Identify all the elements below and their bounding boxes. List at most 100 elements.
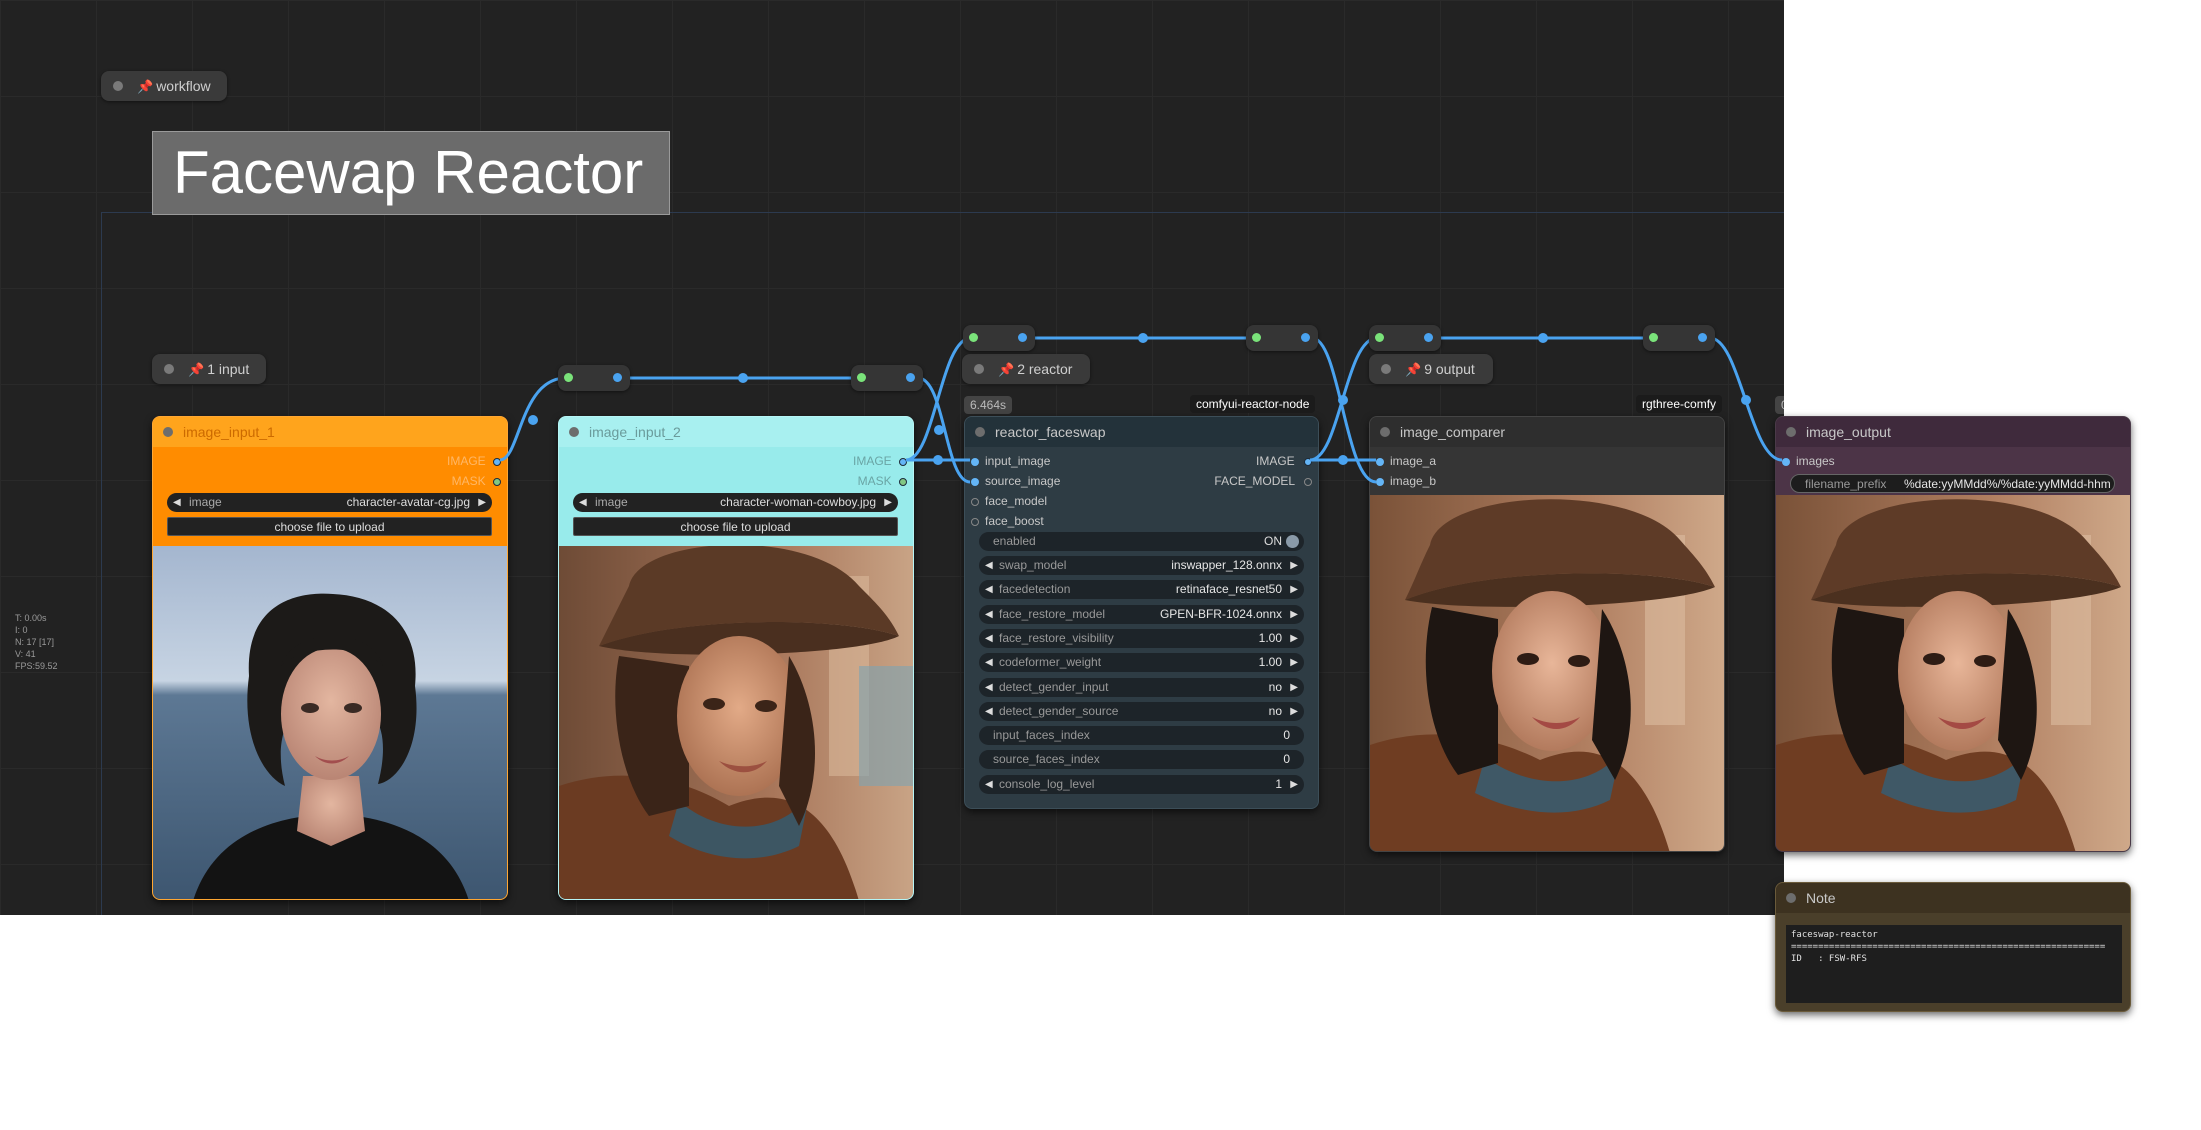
upload-button[interactable]: choose file to upload bbox=[167, 517, 492, 536]
arrow-right-icon[interactable]: ▶ bbox=[1290, 629, 1298, 648]
slot-dot-icon[interactable] bbox=[899, 457, 907, 466]
collapse-dot-icon[interactable] bbox=[1786, 427, 1796, 437]
arrow-left-icon[interactable]: ◀ bbox=[985, 653, 993, 672]
image-combo-widget[interactable]: ◀ image character-avatar-cg.jpg ▶ bbox=[167, 493, 492, 512]
arrow-right-icon[interactable]: ▶ bbox=[1290, 556, 1298, 575]
input-slot-input-image[interactable]: input_image bbox=[971, 454, 1050, 468]
reroute-input-dot[interactable] bbox=[1649, 333, 1658, 342]
widget-input-faces-index[interactable]: input_faces_index 0 bbox=[979, 726, 1304, 746]
node-header[interactable]: image_input_2 bbox=[559, 417, 913, 447]
group-output[interactable]: 📌 9 output bbox=[1369, 354, 1493, 384]
reroute-node[interactable] bbox=[1246, 325, 1318, 351]
slot-dot-icon[interactable] bbox=[493, 477, 501, 486]
reroute-input-dot[interactable] bbox=[1252, 333, 1261, 342]
reroute-input-dot[interactable] bbox=[1375, 333, 1384, 342]
slot-dot-icon[interactable] bbox=[1304, 457, 1312, 466]
widget-detect-gender-source[interactable]: ◀ ▶ detect_gender_source no bbox=[979, 701, 1304, 721]
reroute-node[interactable] bbox=[1643, 325, 1715, 351]
enabled-toggle[interactable]: enabled ON bbox=[979, 532, 1304, 551]
arrow-left-icon[interactable]: ◀ bbox=[985, 580, 993, 599]
reroute-node[interactable] bbox=[851, 365, 923, 391]
arrow-right-icon[interactable]: ▶ bbox=[1290, 580, 1298, 599]
slot-dot-icon[interactable] bbox=[1376, 477, 1384, 486]
reroute-input-dot[interactable] bbox=[857, 373, 866, 382]
node-image-comparer[interactable]: image_comparer image_a image_b bbox=[1369, 416, 1725, 852]
output-slot-face-model[interactable]: FACE_MODEL bbox=[1214, 474, 1312, 488]
collapse-dot-icon[interactable] bbox=[1380, 427, 1390, 437]
arrow-right-icon[interactable]: ▶ bbox=[1290, 702, 1298, 721]
reroute-output-dot[interactable] bbox=[1424, 333, 1433, 342]
node-graph-canvas[interactable]: T: 0.00s I: 0 N: 17 [17] V: 41 FPS:59.52… bbox=[0, 0, 1784, 915]
arrow-left-icon[interactable]: ◀ bbox=[173, 493, 181, 512]
comparer-preview[interactable] bbox=[1370, 495, 1724, 851]
reroute-node[interactable] bbox=[1369, 325, 1441, 351]
input-slot-image-b[interactable]: image_b bbox=[1376, 474, 1436, 488]
slot-dot-icon[interactable] bbox=[971, 497, 979, 506]
arrow-right-icon[interactable]: ▶ bbox=[1290, 605, 1298, 624]
upload-button[interactable]: choose file to upload bbox=[573, 517, 898, 536]
widget-codeformer-weight[interactable]: ◀ ▶ codeformer_weight 1.00 bbox=[979, 653, 1304, 673]
input-slot-images[interactable]: images bbox=[1782, 454, 1835, 468]
reroute-output-dot[interactable] bbox=[613, 373, 622, 382]
arrow-right-icon[interactable]: ▶ bbox=[884, 493, 892, 512]
reroute-node[interactable] bbox=[963, 325, 1035, 351]
arrow-left-icon[interactable]: ◀ bbox=[985, 702, 993, 721]
widget-source-faces-index[interactable]: source_faces_index 0 bbox=[979, 750, 1304, 770]
filename-prefix-field[interactable]: filename_prefix %date:yyMMdd%/%date:yyMM… bbox=[1790, 474, 2115, 493]
widget-facedetection[interactable]: ◀ ▶ facedetection retinaface_resnet50 bbox=[979, 580, 1304, 600]
toggle-knob-icon[interactable] bbox=[1286, 535, 1299, 548]
arrow-right-icon[interactable]: ▶ bbox=[1290, 678, 1298, 697]
slot-dot-icon[interactable] bbox=[971, 477, 979, 486]
widget-detect-gender-input[interactable]: ◀ ▶ detect_gender_input no bbox=[979, 677, 1304, 697]
node-header[interactable]: image_input_1 bbox=[153, 417, 507, 447]
output-slot-mask[interactable]: MASK bbox=[858, 474, 907, 488]
note-textarea[interactable]: faceswap-reactor =======================… bbox=[1786, 925, 2122, 1003]
slot-dot-icon[interactable] bbox=[1376, 457, 1384, 466]
input-slot-face-boost[interactable]: face_boost bbox=[971, 514, 1044, 528]
node-reactor-faceswap[interactable]: reactor_faceswap input_image source_imag… bbox=[964, 416, 1319, 809]
node-image-input-1[interactable]: image_input_1 IMAGE MASK ◀ image charact… bbox=[152, 416, 508, 900]
input-slot-image-a[interactable]: image_a bbox=[1376, 454, 1436, 468]
node-image-input-2[interactable]: image_input_2 IMAGE MASK ◀ image charact… bbox=[558, 416, 914, 900]
collapse-dot-icon[interactable] bbox=[163, 427, 173, 437]
arrow-left-icon[interactable]: ◀ bbox=[579, 493, 587, 512]
slot-dot-icon[interactable] bbox=[899, 477, 907, 486]
node-header[interactable]: image_comparer bbox=[1370, 417, 1724, 447]
arrow-right-icon[interactable]: ▶ bbox=[1290, 775, 1298, 794]
arrow-left-icon[interactable]: ◀ bbox=[985, 678, 993, 697]
node-image-output[interactable]: image_output images filename_prefix %dat… bbox=[1775, 416, 2131, 852]
slot-dot-icon[interactable] bbox=[971, 517, 979, 526]
reroute-output-dot[interactable] bbox=[1018, 333, 1027, 342]
input-slot-face-model[interactable]: face_model bbox=[971, 494, 1047, 508]
collapse-dot-icon[interactable] bbox=[569, 427, 579, 437]
node-header[interactable]: image_output bbox=[1776, 417, 2130, 447]
widget-face-restore-visibility[interactable]: ◀ ▶ face_restore_visibility 1.00 bbox=[979, 628, 1304, 648]
collapse-dot-icon[interactable] bbox=[1786, 893, 1796, 903]
widget-console-log-level[interactable]: ◀ ▶ console_log_level 1 bbox=[979, 774, 1304, 794]
output-slot-image[interactable]: IMAGE bbox=[853, 454, 907, 468]
output-slot-mask[interactable]: MASK bbox=[452, 474, 501, 488]
input-slot-source-image[interactable]: source_image bbox=[971, 474, 1060, 488]
image-combo-widget[interactable]: ◀ image character-woman-cowboy.jpg ▶ bbox=[573, 493, 898, 512]
arrow-left-icon[interactable]: ◀ bbox=[985, 556, 993, 575]
output-slot-image[interactable]: IMAGE bbox=[447, 454, 501, 468]
slot-dot-icon[interactable] bbox=[493, 457, 501, 466]
reroute-input-dot[interactable] bbox=[564, 373, 573, 382]
arrow-left-icon[interactable]: ◀ bbox=[985, 775, 993, 794]
group-workflow[interactable]: 📌 workflow bbox=[101, 71, 227, 101]
group-input[interactable]: 📌 1 input bbox=[152, 354, 266, 384]
reroute-input-dot[interactable] bbox=[969, 333, 978, 342]
node-header[interactable]: Note bbox=[1776, 883, 2130, 913]
reroute-output-dot[interactable] bbox=[1698, 333, 1707, 342]
slot-dot-icon[interactable] bbox=[1782, 457, 1790, 466]
node-note[interactable]: Note faceswap-reactor ==================… bbox=[1775, 882, 2131, 1012]
reroute-output-dot[interactable] bbox=[1301, 333, 1310, 342]
slot-dot-icon[interactable] bbox=[1304, 477, 1312, 486]
reroute-node[interactable] bbox=[558, 365, 630, 391]
arrow-left-icon[interactable]: ◀ bbox=[985, 629, 993, 648]
widget-face-restore-model[interactable]: ◀ ▶ face_restore_model GPEN-BFR-1024.onnx bbox=[979, 604, 1304, 624]
output-slot-image[interactable]: IMAGE bbox=[1256, 454, 1312, 468]
arrow-left-icon[interactable]: ◀ bbox=[985, 605, 993, 624]
node-header[interactable]: reactor_faceswap bbox=[965, 417, 1318, 447]
workflow-title-note[interactable]: Facewap Reactor bbox=[152, 131, 670, 215]
